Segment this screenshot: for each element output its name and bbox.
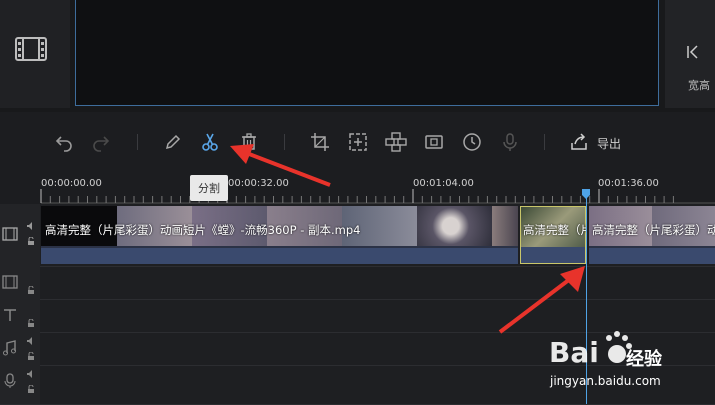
- undo-button[interactable]: [53, 131, 75, 153]
- watermark-url: jingyan.baidu.com: [550, 374, 661, 388]
- zoom-button[interactable]: [347, 131, 369, 153]
- track-header: [0, 332, 40, 365]
- video-track-row: [0, 266, 715, 300]
- mosaic-button[interactable]: [385, 131, 407, 153]
- lock-icon[interactable]: [27, 319, 35, 327]
- ruler-label: 00:00:00.00: [41, 178, 102, 189]
- toolbar-divider: [137, 134, 138, 150]
- playhead-handle[interactable]: [582, 189, 590, 199]
- lock-icon[interactable]: [27, 352, 35, 360]
- collapse-left-icon[interactable]: [686, 44, 700, 60]
- lock-icon[interactable]: [27, 286, 35, 294]
- volume-icon[interactable]: [27, 370, 35, 378]
- record-button[interactable]: [499, 131, 521, 153]
- clock-icon: [463, 133, 481, 151]
- export-label[interactable]: 导出: [597, 135, 621, 152]
- zoom-frame-icon: [349, 133, 367, 151]
- volume-icon[interactable]: [27, 337, 35, 345]
- freeze-frame-button[interactable]: [423, 131, 445, 153]
- clip-title-clip: 高清完整（片尾彩蛋）动画短片: [520, 206, 586, 264]
- edit-button[interactable]: [162, 131, 184, 153]
- export-button[interactable]: [568, 131, 590, 153]
- ruler-label: 00:01:36.00: [598, 178, 659, 189]
- clip-title-clip: 高清完整（片尾彩蛋）动画短片: [589, 206, 715, 264]
- film-icon[interactable]: [15, 37, 47, 61]
- toolbar-divider: [544, 134, 545, 150]
- lock-icon[interactable]: [27, 385, 35, 393]
- microphone-icon: [4, 373, 16, 388]
- clip-thumbnail: [492, 206, 518, 246]
- annotation-arrow: [230, 144, 331, 187]
- scissors-icon: [202, 133, 218, 151]
- redo-button[interactable]: [90, 131, 112, 153]
- film-icon: [2, 227, 18, 241]
- clip-title: 高清完整（片尾彩蛋）动画短片: [523, 223, 586, 237]
- aspect-ratio-label[interactable]: 宽高: [688, 77, 710, 93]
- music-note-icon: [3, 340, 16, 356]
- pencil-icon: [165, 134, 181, 150]
- video-preview[interactable]: [75, 0, 659, 106]
- track-header: [0, 204, 40, 266]
- volume-icon[interactable]: [27, 222, 35, 230]
- svg-text:Bai: Bai: [549, 336, 599, 369]
- ruler-label: 00:01:04.00: [413, 178, 474, 189]
- track-header: [0, 266, 40, 299]
- mosaic-icon: [385, 132, 407, 152]
- film-icon: [2, 275, 18, 289]
- lock-icon[interactable]: [27, 237, 35, 245]
- clip-title: 高清完整（片尾彩蛋）动画短片: [592, 223, 715, 237]
- redo-icon: [93, 136, 110, 152]
- track-header: [0, 299, 40, 332]
- split-button[interactable]: [199, 131, 221, 153]
- audio-waveform: [41, 248, 518, 264]
- microphone-icon: [503, 133, 517, 151]
- freeze-frame-icon: [425, 135, 443, 149]
- watermark-brand: 经验: [626, 349, 662, 370]
- undo-icon: [55, 136, 72, 152]
- clip-thumbnail: [417, 206, 492, 246]
- clip-title: 高清完整（片尾彩蛋）动画短片《螳》-流畅360P - 副本.mp4: [45, 223, 361, 237]
- text-icon: [4, 309, 16, 321]
- speed-button[interactable]: [461, 131, 483, 153]
- track-header: [0, 365, 40, 404]
- export-icon: [571, 133, 587, 150]
